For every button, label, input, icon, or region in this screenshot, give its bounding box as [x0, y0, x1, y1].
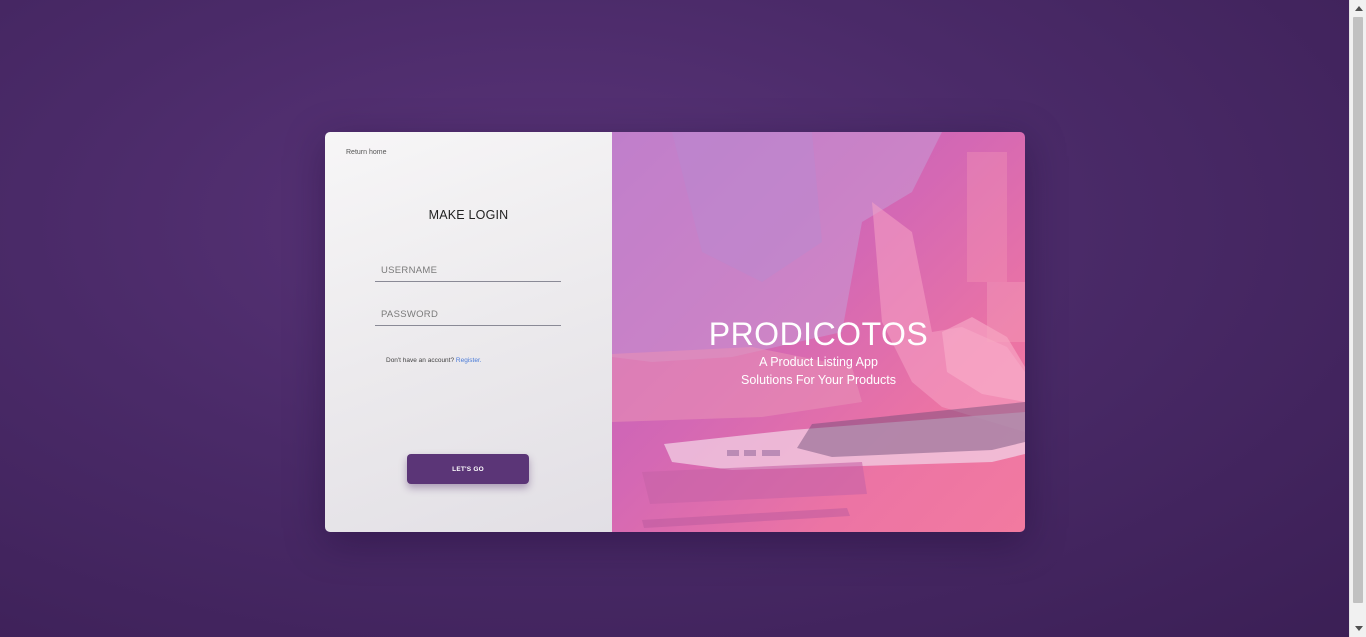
vertical-scrollbar[interactable]	[1349, 0, 1366, 637]
register-link[interactable]: Register.	[456, 357, 482, 364]
password-input[interactable]	[375, 304, 561, 326]
return-home-link[interactable]: Return home	[346, 149, 386, 156]
scrollbar-thumb[interactable]	[1353, 17, 1363, 603]
hero-panel: PRODICOTOS A Product Listing App Solutio…	[612, 132, 1025, 532]
login-title: MAKE LOGIN	[428, 208, 509, 222]
hero-subtitle-line2: Solutions For Your Products	[741, 373, 896, 387]
submit-button[interactable]: LET'S GO	[407, 454, 529, 484]
hero-text: PRODICOTOS A Product Listing App Solutio…	[612, 315, 1025, 389]
register-prompt: Don't have an account? Register.	[386, 357, 482, 364]
hero-title: PRODICOTOS	[708, 316, 929, 352]
login-card: Return home MAKE LOGIN Don't have an acc…	[325, 132, 1025, 532]
hero-subtitle-line1: A Product Listing App	[759, 355, 878, 369]
username-input[interactable]	[375, 260, 561, 282]
register-prompt-text: Don't have an account?	[386, 357, 455, 364]
login-panel: Return home MAKE LOGIN Don't have an acc…	[325, 132, 612, 532]
page-viewport: Return home MAKE LOGIN Don't have an acc…	[0, 0, 1349, 637]
scroll-down-icon[interactable]	[1350, 620, 1366, 637]
scroll-up-icon[interactable]	[1350, 0, 1366, 17]
